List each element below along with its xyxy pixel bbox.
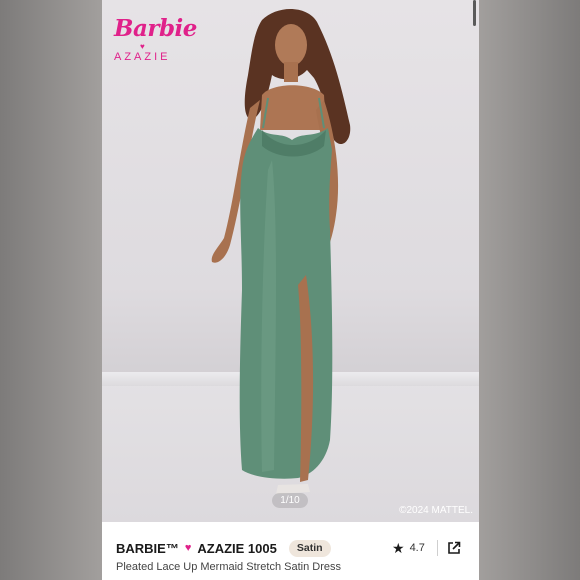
- material-badge: Satin: [288, 539, 331, 557]
- rating-group: ★ 4.7: [392, 539, 461, 557]
- product-title[interactable]: BARBIE™ ♥ AZAZIE 1005 Satin: [116, 539, 331, 557]
- scrollbar[interactable]: [473, 0, 476, 26]
- barbie-logo: Barbie: [114, 15, 197, 42]
- azazie-logo: AZAZIE: [114, 51, 171, 63]
- product-card[interactable]: Barbie ♥ AZAZIE 1/10 ©2024 MATTEL. BARBI…: [102, 0, 479, 580]
- title-brand: BARBIE™: [116, 540, 179, 556]
- product-info: BARBIE™ ♥ AZAZIE 1005 Satin ★ 4.7 Pleate…: [102, 522, 479, 580]
- copyright-text: ©2024 MATTEL.: [399, 505, 473, 516]
- rating-value: 4.7: [409, 542, 425, 554]
- divider: [436, 540, 438, 556]
- model-in-dress-photo: [211, 8, 351, 494]
- logo-heart-icon: ♥: [140, 42, 145, 51]
- product-image[interactable]: Barbie ♥ AZAZIE 1/10 ©2024 MATTEL.: [102, 0, 479, 522]
- share-external-icon[interactable]: [447, 541, 461, 555]
- heart-icon: ♥: [184, 542, 192, 554]
- star-icon: ★: [392, 539, 405, 556]
- image-counter: 1/10: [272, 493, 308, 508]
- title-style-number: AZAZIE 1005: [197, 540, 277, 556]
- product-subtitle: Pleated Lace Up Mermaid Stretch Satin Dr…: [116, 561, 341, 573]
